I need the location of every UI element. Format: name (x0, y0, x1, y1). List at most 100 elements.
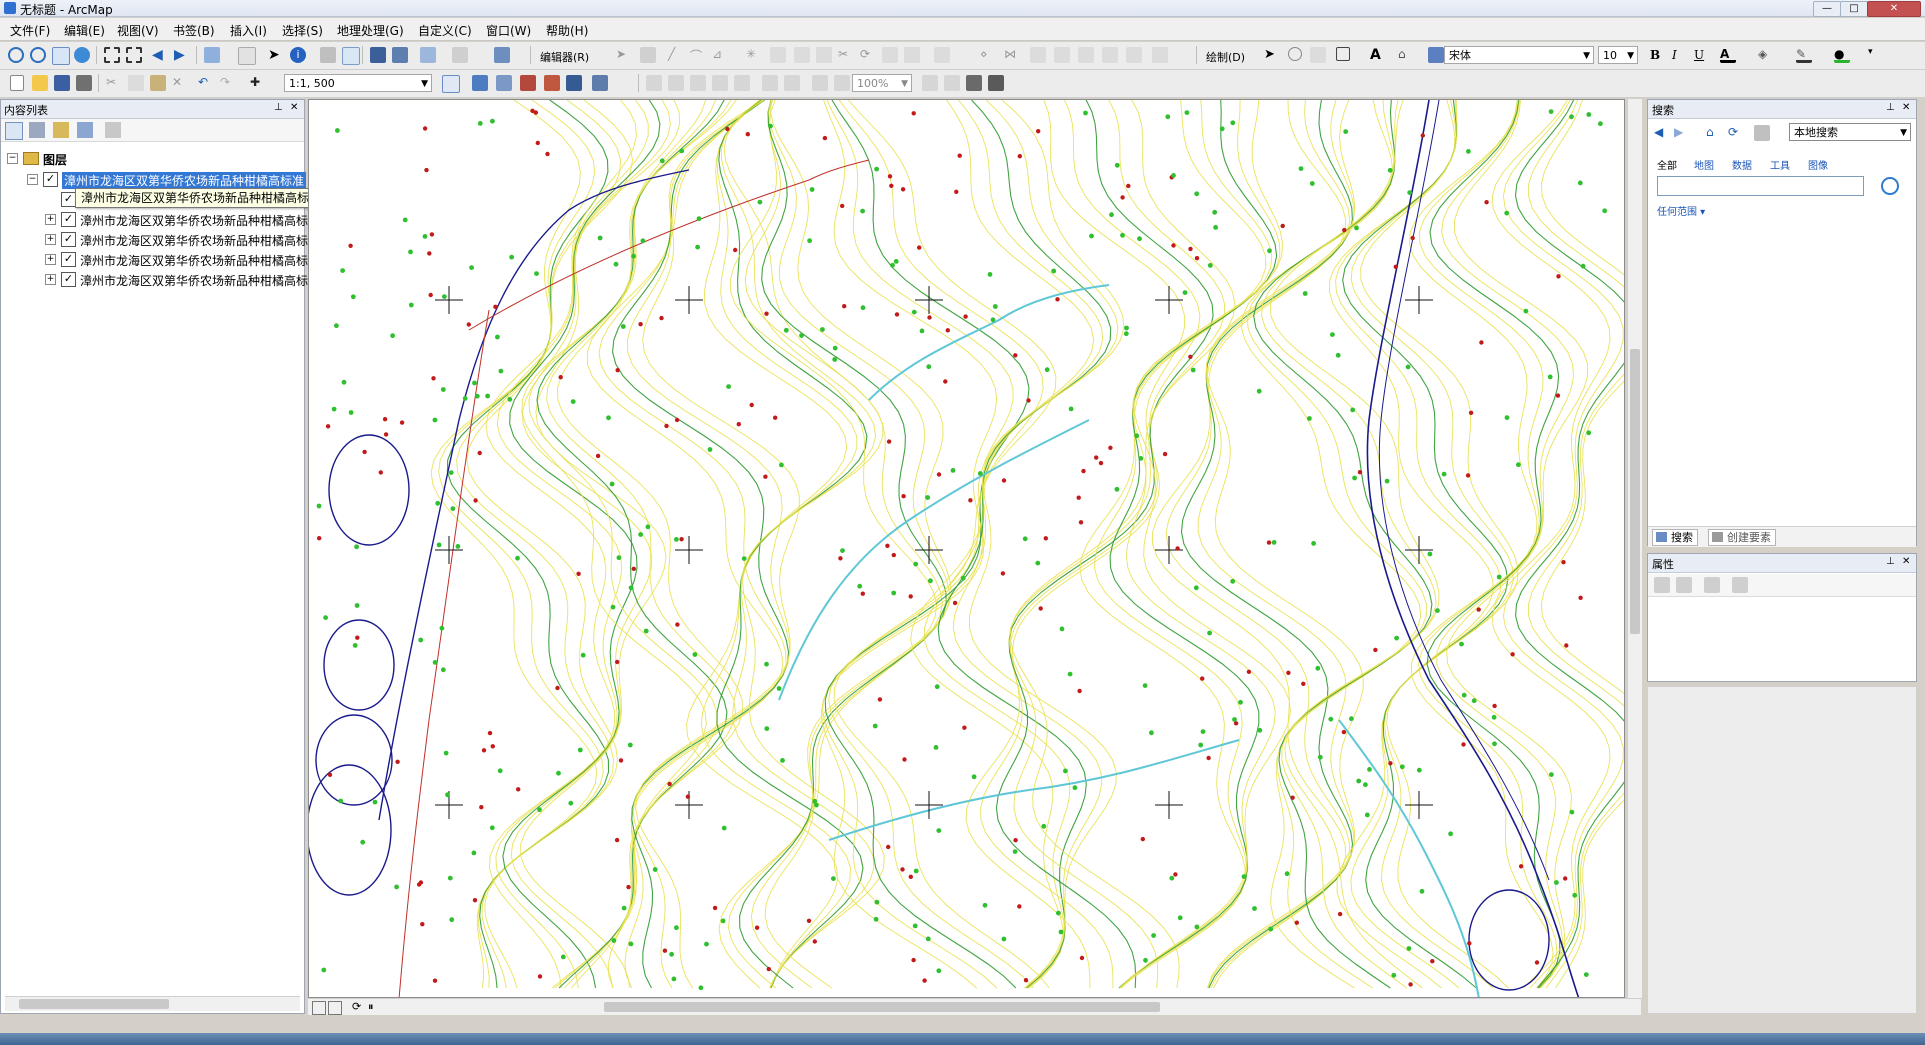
maximize-button[interactable]: □ (1840, 1, 1868, 17)
fixed-zoom-in-icon[interactable] (104, 47, 120, 63)
split-tool-icon[interactable]: ✂ (838, 47, 854, 63)
line-color-icon[interactable]: ✎ (1796, 47, 1812, 63)
marker-color-icon[interactable]: ● (1834, 47, 1850, 63)
close-panel-icon[interactable]: ✕ (290, 102, 298, 113)
straight-segment-icon[interactable]: ╱ (668, 47, 684, 63)
extent-dropdown[interactable]: 任何范围 ▾ (1657, 203, 1705, 218)
search-tab-data[interactable]: 数据 (1732, 157, 1752, 172)
trace-icon[interactable]: ⊿ (712, 47, 728, 63)
close-button[interactable]: ✕ (1867, 1, 1921, 17)
pin-icon[interactable]: ⊥ (1886, 102, 1895, 113)
data-view-icon[interactable] (328, 1001, 342, 1015)
layout-zoom-in-icon[interactable] (646, 75, 662, 91)
edit-tool-icon[interactable]: ➤ (616, 47, 632, 63)
toc-horizontal-scrollbar[interactable] (5, 996, 300, 1011)
go-to-xy-icon[interactable] (392, 47, 408, 63)
edit-annotation-icon[interactable] (640, 47, 656, 63)
fill-color-icon[interactable]: ◈ (1758, 47, 1774, 63)
view-options-icon[interactable] (1754, 125, 1770, 141)
italic-button[interactable]: I (1672, 47, 1688, 63)
map-horizontal-scrollbar-thumb[interactable] (604, 1002, 1160, 1012)
cut-polygons-icon[interactable] (816, 47, 832, 63)
georeferencing-icon[interactable] (1030, 47, 1046, 63)
sublayer-visibility-checkbox[interactable]: ✓ (61, 192, 76, 207)
time-slider-icon[interactable] (420, 47, 436, 63)
search-tab-all[interactable]: 全部 (1657, 157, 1677, 172)
spatial-adjust-icon[interactable] (1078, 47, 1094, 63)
tab-create-features[interactable]: 创建要素 (1708, 529, 1776, 546)
menu-view[interactable]: 视图(V) (117, 22, 159, 39)
fixed-zoom-out-layout-icon[interactable] (784, 75, 800, 91)
pin-icon[interactable]: ⊥ (274, 102, 283, 113)
callout-icon[interactable]: ⌂ (1398, 47, 1414, 63)
back-icon[interactable]: ◀ (1654, 125, 1670, 141)
menu-selection[interactable]: 选择(S) (282, 22, 323, 39)
fixed-zoom-out-icon[interactable] (126, 47, 142, 63)
edit-vertices-icon[interactable] (770, 47, 786, 63)
html-popup-icon[interactable] (320, 47, 336, 63)
menu-edit[interactable]: 编辑(E) (64, 22, 105, 39)
clear-selection-icon[interactable] (238, 47, 256, 65)
delete-icon[interactable]: ✕ (172, 75, 188, 91)
previous-extent-layout-icon[interactable] (812, 75, 828, 91)
point-icon[interactable]: ✳ (746, 47, 762, 63)
map-scale-input[interactable]: 1:1, 500 ▼ (284, 74, 432, 92)
expand-icon[interactable]: + (45, 274, 56, 285)
layer-label[interactable]: 漳州市龙海区双第华侨农场新品种柑橘高标 (80, 212, 308, 229)
create-features-icon[interactable] (934, 47, 950, 63)
attributes-icon[interactable] (882, 47, 898, 63)
undo-icon[interactable]: ↶ (198, 75, 214, 91)
topology-icon[interactable]: ⋄ (980, 47, 996, 63)
layer-visibility-checkbox[interactable]: ✓ (61, 212, 76, 227)
clipboard-icon[interactable] (1152, 47, 1168, 63)
zoom-whole-page-icon[interactable] (712, 75, 728, 91)
layer-label[interactable]: 漳州市龙海区双第华侨农场新品种柑橘高标 (80, 272, 308, 289)
new-document-icon[interactable] (10, 75, 24, 91)
zoom-100-icon[interactable] (734, 75, 750, 91)
attributes-options-icon[interactable] (1732, 577, 1748, 593)
select-elements-icon[interactable]: ➤ (268, 47, 284, 63)
pin-icon[interactable]: ⊥ (1886, 556, 1895, 567)
search-scope-select[interactable]: 本地搜索 ▼ (1789, 123, 1911, 141)
list-by-selection-icon[interactable] (77, 122, 93, 138)
bold-button[interactable]: B (1650, 47, 1666, 63)
forward-icon[interactable]: ▶ (1674, 125, 1690, 141)
menu-insert[interactable]: 插入(I) (230, 22, 267, 39)
menu-bookmarks[interactable]: 书签(B) (173, 22, 215, 39)
fixed-zoom-layout-icon[interactable] (762, 75, 778, 91)
toggle-draft-icon[interactable] (922, 75, 938, 91)
layout-zoom-select[interactable]: 100% ▼ (852, 74, 912, 92)
collapse-icon[interactable]: − (27, 174, 38, 185)
search-window-icon[interactable] (520, 75, 536, 91)
menu-file[interactable]: 文件(F) (10, 22, 50, 39)
minimize-button[interactable]: — (1813, 1, 1841, 17)
forward-extent-icon[interactable]: ▶ (174, 47, 190, 63)
sort-icon[interactable] (1654, 577, 1670, 593)
menu-window[interactable]: 窗口(W) (486, 22, 531, 39)
search-icon[interactable] (1881, 177, 1899, 195)
open-icon[interactable] (32, 75, 48, 91)
check-icon[interactable] (1126, 47, 1142, 63)
expand-icon[interactable]: + (45, 214, 56, 225)
layout-zoom-out-icon[interactable] (668, 75, 684, 91)
table-of-contents-icon[interactable] (472, 75, 488, 91)
full-extent-icon[interactable] (74, 47, 90, 63)
text-icon[interactable]: A (1370, 47, 1386, 63)
layer-visibility-checkbox[interactable]: ✓ (43, 172, 58, 187)
snapping-icon[interactable]: ⋈ (1004, 47, 1020, 63)
find-icon[interactable] (370, 47, 386, 63)
pan-icon[interactable] (52, 47, 70, 65)
list-by-visibility-icon[interactable] (53, 122, 69, 138)
save-icon[interactable] (54, 75, 70, 91)
print-icon[interactable] (76, 75, 92, 91)
search-input[interactable] (1657, 176, 1864, 196)
underline-button[interactable]: U (1694, 47, 1710, 63)
topographic-map-canvas[interactable] (309, 100, 1625, 998)
refresh-icon[interactable]: ⟳ (1728, 125, 1744, 141)
close-panel-icon[interactable]: ✕ (1902, 102, 1910, 113)
change-layout-icon[interactable] (966, 75, 982, 91)
create-viewer-icon[interactable] (452, 47, 468, 63)
advanced-editing-icon[interactable] (1054, 47, 1070, 63)
tab-search[interactable]: 搜索 (1652, 529, 1698, 546)
scrollbar-thumb[interactable] (19, 999, 169, 1009)
